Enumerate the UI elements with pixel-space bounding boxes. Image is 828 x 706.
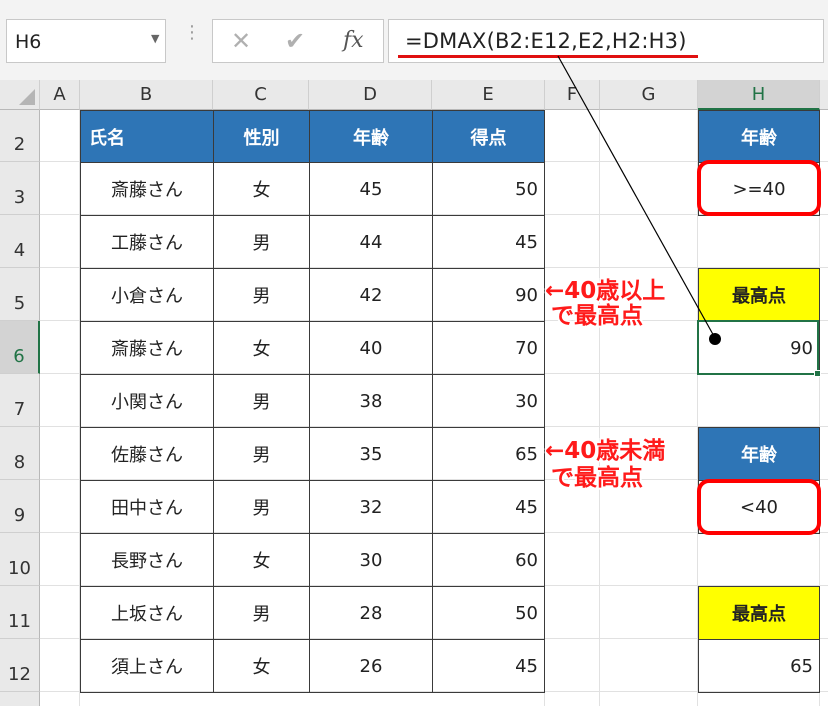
active-cell-outline [697, 320, 819, 375]
table-cell-gender[interactable]: 女 [213, 639, 310, 693]
column-header-h[interactable]: H [698, 80, 820, 110]
table-cell-gender[interactable]: 男 [213, 427, 310, 481]
select-all-triangle-icon [19, 89, 35, 105]
result-value-2[interactable]: 65 [698, 639, 820, 693]
row-header-3[interactable]: 3 [0, 162, 40, 215]
row-header-11[interactable]: 11 [0, 586, 40, 639]
column-header-c[interactable]: C [213, 80, 309, 110]
row-header-5[interactable]: 5 [0, 268, 40, 321]
table-cell-score[interactable]: 50 [432, 162, 545, 216]
table-cell-name[interactable]: 斎藤さん [80, 321, 214, 375]
table-cell-gender[interactable]: 女 [213, 321, 310, 375]
criteria-header-age-2[interactable]: 年齢 [698, 427, 820, 481]
table-cell-name[interactable]: 小関さん [80, 374, 214, 428]
cancel-icon[interactable]: ✕ [231, 27, 251, 55]
annotation-under-40: ←40歳未満 [545, 438, 666, 464]
table-cell-age[interactable]: 26 [309, 639, 433, 693]
column-header-b[interactable]: B [80, 80, 213, 110]
insert-function-icon[interactable]: fx [343, 28, 364, 53]
column-header-d[interactable]: D [309, 80, 432, 110]
table-cell-age[interactable]: 32 [309, 480, 433, 534]
drag-handle-icon[interactable]: ⋮ [183, 24, 201, 42]
table-cell-gender[interactable]: 女 [213, 533, 310, 587]
table-cell-score[interactable]: 45 [432, 480, 545, 534]
table-cell-name[interactable]: 上坂さん [80, 586, 214, 640]
table-cell-age[interactable]: 35 [309, 427, 433, 481]
table-cell-gender[interactable]: 男 [213, 480, 310, 534]
criteria-header-age-1[interactable]: 年齢 [698, 110, 820, 163]
table-header-name[interactable]: 氏名 [80, 110, 214, 163]
table-cell-gender[interactable]: 男 [213, 374, 310, 428]
result-header-2[interactable]: 最高点 [698, 586, 820, 640]
table-cell-name[interactable]: 佐藤さん [80, 427, 214, 481]
formula-text: =DMAX(B2:E12,E2,H2:H3) [405, 29, 687, 53]
table-cell-gender[interactable]: 男 [213, 586, 310, 640]
name-box-value: H6 [15, 31, 42, 53]
column-header-e[interactable]: E [432, 80, 545, 110]
table-cell-age[interactable]: 40 [309, 321, 433, 375]
table-cell-name[interactable]: 工藤さん [80, 215, 214, 269]
result-header-1[interactable]: 最高点 [698, 268, 820, 322]
table-cell-name[interactable]: 小倉さん [80, 268, 214, 322]
annotation-over-40: ←40歳以上 [545, 279, 665, 304]
row-header-13[interactable] [0, 692, 40, 706]
row-header-8[interactable]: 8 [0, 427, 40, 480]
table-cell-name[interactable]: 須上さん [80, 639, 214, 693]
table-cell-age[interactable]: 30 [309, 533, 433, 587]
formula-bar: H6 ▼ ⋮ ✕ ✔ fx =DMAX(B2:E12,E2,H2:H3) [0, 0, 828, 80]
annotation-line: ←40歳以上 [545, 278, 666, 304]
row-header-6[interactable]: 6 [0, 321, 40, 374]
table-cell-score[interactable]: 45 [432, 639, 545, 693]
enter-icon[interactable]: ✔ [285, 27, 305, 55]
table-cell-name[interactable]: 斎藤さん [80, 162, 214, 216]
name-box[interactable]: H6 ▼ [6, 19, 166, 63]
formula-underline [398, 55, 698, 58]
table-cell-age[interactable]: 45 [309, 162, 433, 216]
table-cell-score[interactable]: 50 [432, 586, 545, 640]
table-cell-score[interactable]: 60 [432, 533, 545, 587]
table-cell-age[interactable]: 38 [309, 374, 433, 428]
table-header-score[interactable]: 得点 [432, 110, 545, 163]
select-all-button[interactable] [0, 80, 40, 110]
table-cell-gender[interactable]: 男 [213, 215, 310, 269]
table-header-age[interactable]: 年齢 [309, 110, 433, 163]
column-header-f[interactable]: F [545, 80, 600, 110]
highlight-box-criteria-2 [697, 479, 821, 535]
table-cell-name[interactable]: 田中さん [80, 480, 214, 534]
row-header-4[interactable]: 4 [0, 215, 40, 268]
table-cell-gender[interactable]: 女 [213, 162, 310, 216]
column-header-i[interactable] [820, 80, 828, 110]
formula-tools: ✕ ✔ fx [212, 19, 384, 63]
highlight-box-criteria-1 [697, 160, 821, 216]
table-cell-score[interactable]: 70 [432, 321, 545, 375]
table-cell-age[interactable]: 44 [309, 215, 433, 269]
row-header-10[interactable]: 10 [0, 533, 40, 586]
row-header-12[interactable]: 12 [0, 639, 40, 692]
column-header-g[interactable]: G [600, 80, 698, 110]
table-cell-age[interactable]: 28 [309, 586, 433, 640]
table-cell-score[interactable]: 90 [432, 268, 545, 322]
gridline [599, 110, 600, 706]
column-header-a[interactable]: A [40, 80, 80, 110]
table-cell-gender[interactable]: 男 [213, 268, 310, 322]
table-header-gender[interactable]: 性別 [213, 110, 310, 163]
annotation-under-40-line2: で最高点 [551, 465, 643, 491]
table-cell-score[interactable]: 65 [432, 427, 545, 481]
row-header-7[interactable]: 7 [0, 374, 40, 427]
fill-handle[interactable] [814, 370, 821, 377]
row-header-2[interactable]: 2 [0, 110, 40, 162]
annotation-over-40-line2: で最高点 [551, 303, 643, 329]
table-cell-score[interactable]: 30 [432, 374, 545, 428]
table-cell-score[interactable]: 45 [432, 215, 545, 269]
table-cell-age[interactable]: 42 [309, 268, 433, 322]
table-cell-name[interactable]: 長野さん [80, 533, 214, 587]
chevron-down-icon[interactable]: ▼ [151, 32, 159, 45]
row-header-9[interactable]: 9 [0, 480, 40, 533]
